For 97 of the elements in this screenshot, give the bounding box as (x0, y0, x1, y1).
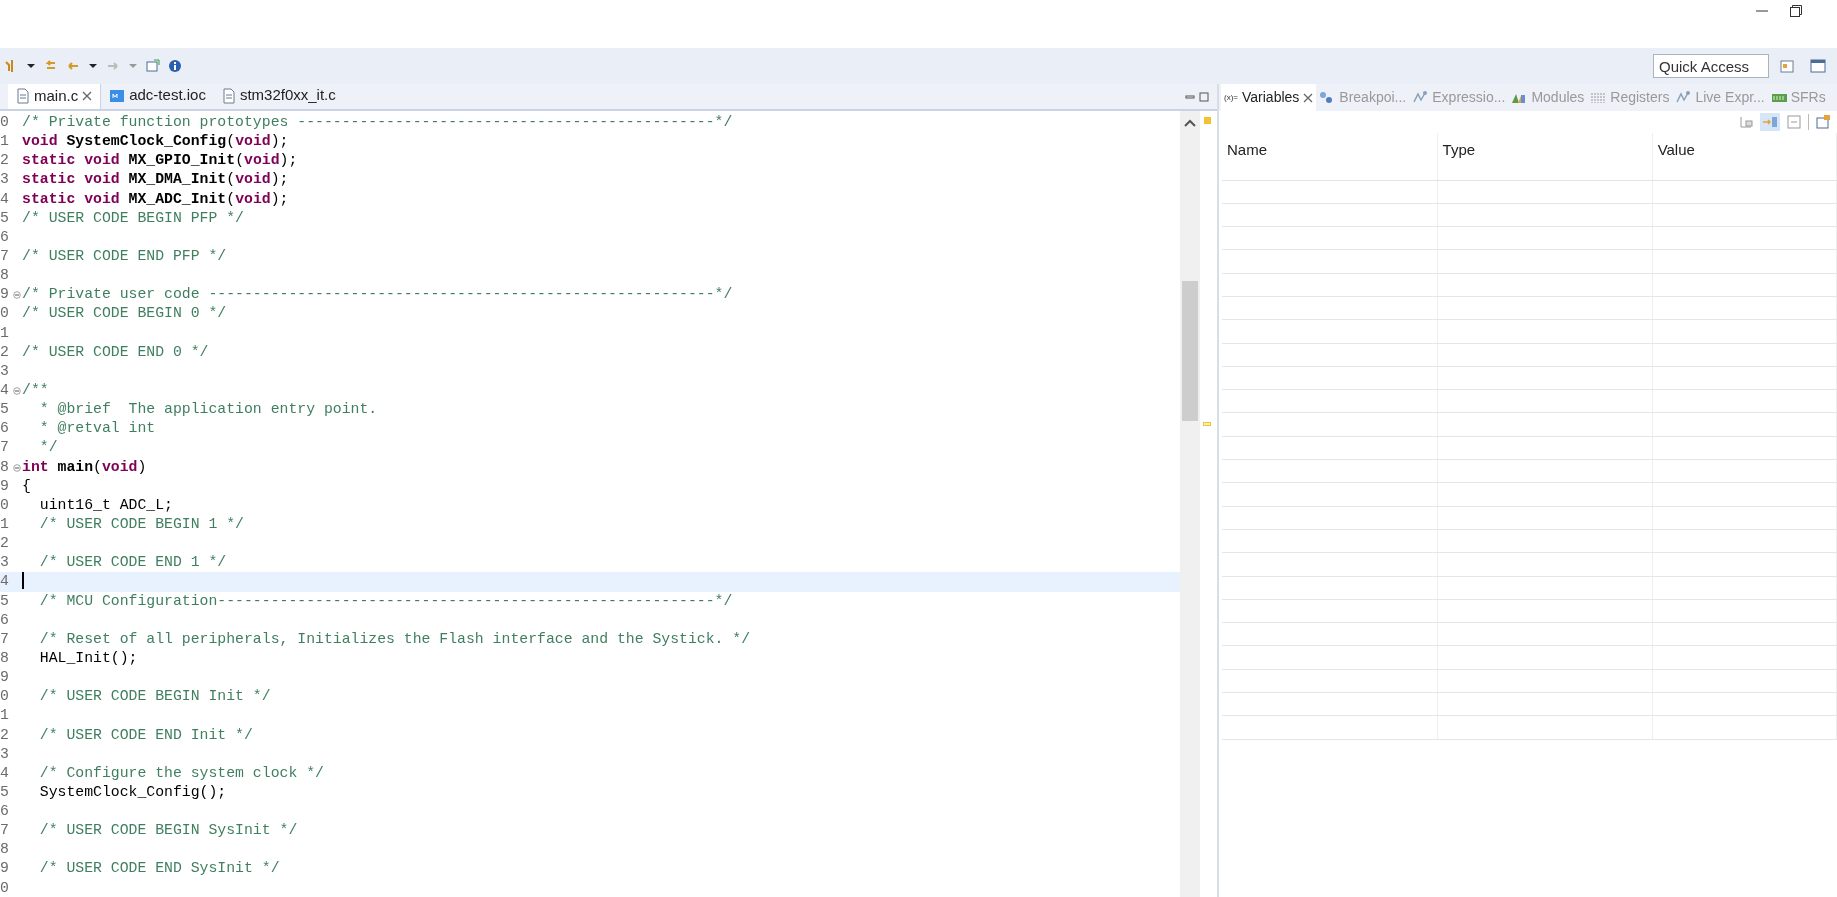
editor-tab[interactable]: main.c (8, 84, 102, 109)
close-icon[interactable] (82, 91, 93, 101)
window-icon[interactable] (1807, 58, 1829, 74)
code-line: /* USER CODE BEGIN Init */ (38, 687, 271, 707)
column-header[interactable]: Type (1437, 133, 1653, 180)
code-line: * @retval int (38, 419, 156, 439)
code-line: /* Private user code ---------------------------------------------------------*/ (22, 285, 733, 305)
code-line: int main(void) (22, 457, 147, 477)
fold-icon[interactable] (13, 463, 21, 472)
line-number: 2 (0, 151, 9, 171)
line-number: 9 (0, 859, 9, 879)
variables-icon: (x)= (1224, 91, 1238, 104)
code-line: /* USER CODE BEGIN 1 */ (38, 514, 244, 534)
line-number: 0 (0, 687, 9, 707)
line-number: 9 (0, 285, 9, 305)
panel-tab[interactable]: (x)= Variables (1221, 84, 1317, 111)
code-line: /* USER CODE END SysInit */ (38, 859, 280, 879)
annotation-marker[interactable] (1204, 117, 1211, 124)
code-line: /* USER CODE BEGIN 0 */ (22, 304, 227, 324)
line-number: 0 (0, 878, 9, 897)
line-number: 9 (0, 476, 9, 496)
code-line: /* Private function prototypes -----------------------------------------------*/ (22, 113, 733, 132)
annotation-marker[interactable] (1203, 422, 1211, 426)
code-line: /* USER CODE BEGIN SysInit */ (38, 821, 298, 841)
scrollbar[interactable] (1180, 111, 1200, 897)
line-number: 5 (0, 782, 9, 802)
fold-icon[interactable] (13, 386, 21, 395)
code-line: /* Configure the system clock */ (38, 763, 324, 783)
line-number: 7 (0, 821, 9, 841)
code-line: /* USER CODE END 1 */ (38, 553, 227, 573)
line-number: 3 (0, 744, 9, 764)
code-line: uint16_t ADC_L; (38, 495, 173, 515)
fold-icon[interactable] (13, 291, 21, 300)
line-number: 1 (0, 323, 9, 343)
code-line: /** (22, 380, 49, 400)
line-number: 1 (0, 514, 9, 534)
line-number: 5 (0, 591, 9, 611)
line-number: 8 (0, 457, 9, 477)
line-number: 8 (0, 840, 9, 860)
column-header[interactable]: Name (1222, 133, 1438, 180)
collapse-all-icon[interactable] (1784, 113, 1804, 131)
code-line: /* USER CODE END PFP */ (22, 247, 227, 266)
line-number: 3 (0, 553, 9, 573)
line-number: 0 (0, 113, 9, 132)
code-line: */ (38, 438, 58, 458)
column-header[interactable]: Value (1652, 133, 1837, 180)
code-line: static void MX_DMA_Init(void); (22, 170, 289, 190)
code-line: /* USER CODE END Init */ (38, 725, 253, 745)
code-line: /* MCU Configuration--------------------------------------------------------*/ (38, 591, 733, 611)
quick-access-field[interactable]: Quick Access (1653, 54, 1769, 78)
code-line: /* USER CODE END 0 */ (22, 342, 209, 362)
restore-icon[interactable] (1789, 4, 1803, 18)
maximize-view-icon[interactable] (1199, 91, 1209, 102)
line-number: 6 (0, 419, 9, 439)
code-line: /* Reset of all peripherals, Initializes the Flash interface and the Systick. */ (38, 629, 751, 649)
line-number: 0 (0, 304, 9, 324)
editor-tab[interactable]: adc-test.ioc (101, 84, 214, 109)
line-number: 6 (0, 802, 9, 822)
line-number: 4 (0, 189, 9, 209)
code-line: static void MX_ADC_Init(void); (22, 189, 289, 209)
cube-icon (109, 88, 126, 103)
code-line: SystemClock_Config(); (38, 782, 227, 802)
scroll-up-icon[interactable] (1184, 119, 1196, 127)
code-line: * @brief The application entry point. (38, 400, 378, 420)
line-number: 6 (0, 227, 9, 247)
new-view-icon[interactable] (1813, 113, 1833, 131)
line-number: 2 (0, 725, 9, 745)
line-number: 2 (0, 534, 9, 554)
line-number: 1 (0, 706, 9, 726)
line-number: 1 (0, 132, 9, 152)
line-number: 4 (0, 380, 9, 400)
line-number: 3 (0, 170, 9, 190)
line-number: 0 (0, 495, 9, 515)
file-icon (221, 87, 236, 104)
line-number: 4 (0, 763, 9, 783)
editor-tab[interactable]: stm32f0xx_it.c (213, 84, 344, 109)
code-line: /* USER CODE BEGIN PFP */ (22, 208, 244, 228)
code-line: void SystemClock_Config(void); (22, 132, 289, 152)
line-number: 3 (0, 361, 9, 381)
line-number: 2 (0, 342, 9, 362)
line-number: 9 (0, 668, 9, 688)
code-line: HAL_Init(); (38, 648, 138, 668)
code-line: { (22, 476, 31, 496)
line-number: 4 (0, 572, 9, 592)
scrollbar-thumb[interactable] (1182, 281, 1198, 421)
line-number: 7 (0, 247, 9, 266)
line-number: 6 (0, 610, 9, 630)
close-icon[interactable] (1303, 92, 1314, 103)
code-line: static void MX_GPIO_Init(void); (22, 151, 298, 171)
line-number: 7 (0, 629, 9, 649)
line-number: 8 (0, 648, 9, 668)
file-icon (16, 88, 30, 104)
line-number: 7 (0, 438, 9, 458)
text-cursor (22, 572, 24, 590)
line-number: 5 (0, 400, 9, 420)
line-number: 8 (0, 266, 9, 286)
line-number: 5 (0, 208, 9, 228)
